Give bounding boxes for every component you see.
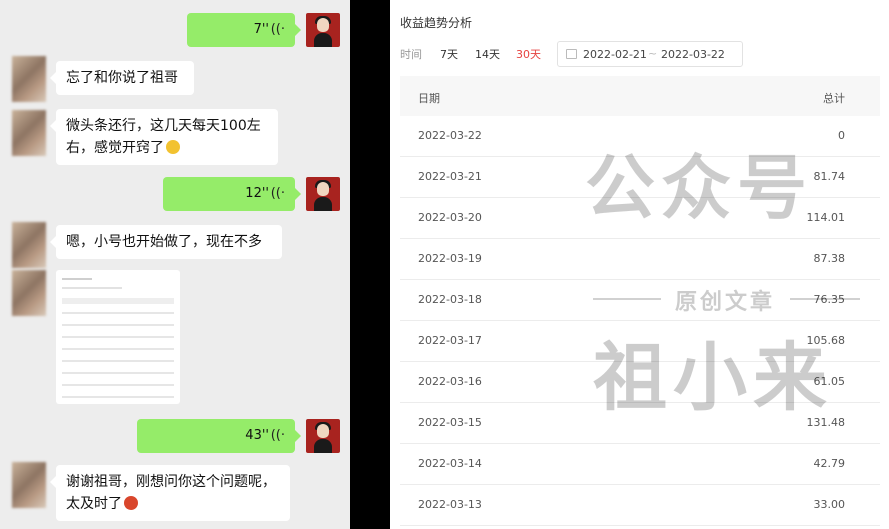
voice-duration: 12'' xyxy=(245,186,269,201)
image-message[interactable] xyxy=(56,270,180,404)
avatar[interactable] xyxy=(12,222,46,268)
watermark-line-left xyxy=(593,298,661,300)
message-text-line: 太及时了 xyxy=(66,496,122,512)
row-total: 105.68 xyxy=(806,334,846,347)
column-date: 日期 xyxy=(418,92,440,105)
message-text-line: 谢谢祖哥，刚想问你这个问题呢， xyxy=(66,474,276,490)
text-message: 嗯，小号也开始做了，现在不多 xyxy=(50,225,282,259)
table-row: 2022-03-15 131.48 xyxy=(400,403,880,444)
chat-window: 7'' ((· 忘了和你说了祖哥 微头条还行，这几天每天100左 右，感觉开窍了… xyxy=(0,0,350,529)
row-total: 81.74 xyxy=(813,170,846,183)
table-row: 2022-03-18 76.35 xyxy=(400,280,880,321)
row-total: 33.00 xyxy=(813,498,846,511)
filter-7-days[interactable]: 7天 xyxy=(440,46,458,62)
date-start: 2022-02-21 xyxy=(583,48,647,61)
message-text-line: 右，感觉开窍了 xyxy=(66,140,164,156)
row-date: 2022-03-16 xyxy=(418,375,482,388)
row-total: 61.05 xyxy=(813,375,846,388)
table-row: 2022-03-17 105.68 xyxy=(400,321,880,362)
panel-title: 收益趋势分析 xyxy=(400,16,473,30)
avatar[interactable] xyxy=(12,462,46,508)
message-text-line: 微头条还行，这几天每天100左 xyxy=(66,118,261,134)
divider xyxy=(350,0,390,529)
text-message: 忘了和你说了祖哥 xyxy=(50,61,194,95)
table-row: 2022-03-20 114.01 xyxy=(400,198,880,239)
table-header: 日期 总计 xyxy=(400,76,880,116)
calendar-icon xyxy=(566,49,577,59)
avatar[interactable] xyxy=(12,56,46,102)
table-row: 2022-03-19 87.38 xyxy=(400,239,880,280)
revenue-table: 日期 总计 2022-03-22 0 2022-03-21 81.74 2022-0… xyxy=(400,76,880,526)
row-total: 0 xyxy=(838,129,845,142)
voice-message[interactable]: 43'' ((· xyxy=(137,419,301,453)
row-date: 2022-03-21 xyxy=(418,170,482,183)
party-emoji-icon xyxy=(124,496,138,510)
row-date: 2022-03-13 xyxy=(418,498,482,511)
row-total: 42.79 xyxy=(813,457,846,470)
sound-wave-icon: ((· xyxy=(270,428,285,443)
row-total: 131.48 xyxy=(806,416,846,429)
table-row: 2022-03-21 81.74 xyxy=(400,157,880,198)
avatar[interactable] xyxy=(306,419,340,453)
row-date: 2022-03-22 xyxy=(418,129,482,142)
voice-message[interactable]: 12'' ((· xyxy=(163,177,301,211)
row-date: 2022-03-20 xyxy=(418,211,482,224)
smile-emoji-icon xyxy=(166,140,180,154)
table-row: 2022-03-14 42.79 xyxy=(400,444,880,485)
voice-message[interactable]: 7'' ((· xyxy=(187,13,301,47)
voice-duration: 43'' xyxy=(245,428,269,443)
table-row: 2022-03-22 0 xyxy=(400,116,880,157)
row-date: 2022-03-17 xyxy=(418,334,482,347)
table-row: 2022-03-13 33.00 xyxy=(400,485,880,526)
text-message: 微头条还行，这几天每天100左 右，感觉开窍了 xyxy=(50,109,278,165)
date-range-picker[interactable]: 2022-02-21 ~ 2022-03-22 xyxy=(557,41,743,67)
sound-wave-icon: ((· xyxy=(270,22,285,37)
watermark-line-right xyxy=(790,298,860,300)
column-total: 总计 xyxy=(823,92,845,105)
filter-label: 时间 xyxy=(400,48,422,61)
row-total: 87.38 xyxy=(813,252,846,265)
filter-30-days[interactable]: 30天 xyxy=(516,46,541,62)
date-separator: ~ xyxy=(648,47,658,60)
sound-wave-icon: ((· xyxy=(270,186,285,201)
avatar[interactable] xyxy=(306,177,340,211)
message-text: 嗯，小号也开始做了，现在不多 xyxy=(66,234,262,250)
avatar[interactable] xyxy=(12,270,46,316)
revenue-trend-panel: 收益趋势分析 时间 7天 14天 30天 2022-02-21 ~ 2022-0… xyxy=(390,0,889,529)
table-row: 2022-03-16 61.05 xyxy=(400,362,880,403)
date-end: 2022-03-22 xyxy=(661,48,725,61)
avatar[interactable] xyxy=(12,110,46,156)
text-message: 谢谢祖哥，刚想问你这个问题呢， 太及时了 xyxy=(50,465,290,521)
message-text: 忘了和你说了祖哥 xyxy=(66,70,178,86)
filter-14-days[interactable]: 14天 xyxy=(475,46,500,62)
row-date: 2022-03-14 xyxy=(418,457,482,470)
row-date: 2022-03-19 xyxy=(418,252,482,265)
row-total: 114.01 xyxy=(806,211,846,224)
row-date: 2022-03-18 xyxy=(418,293,482,306)
voice-duration: 7'' xyxy=(253,22,269,37)
row-date: 2022-03-15 xyxy=(418,416,482,429)
avatar[interactable] xyxy=(306,13,340,47)
